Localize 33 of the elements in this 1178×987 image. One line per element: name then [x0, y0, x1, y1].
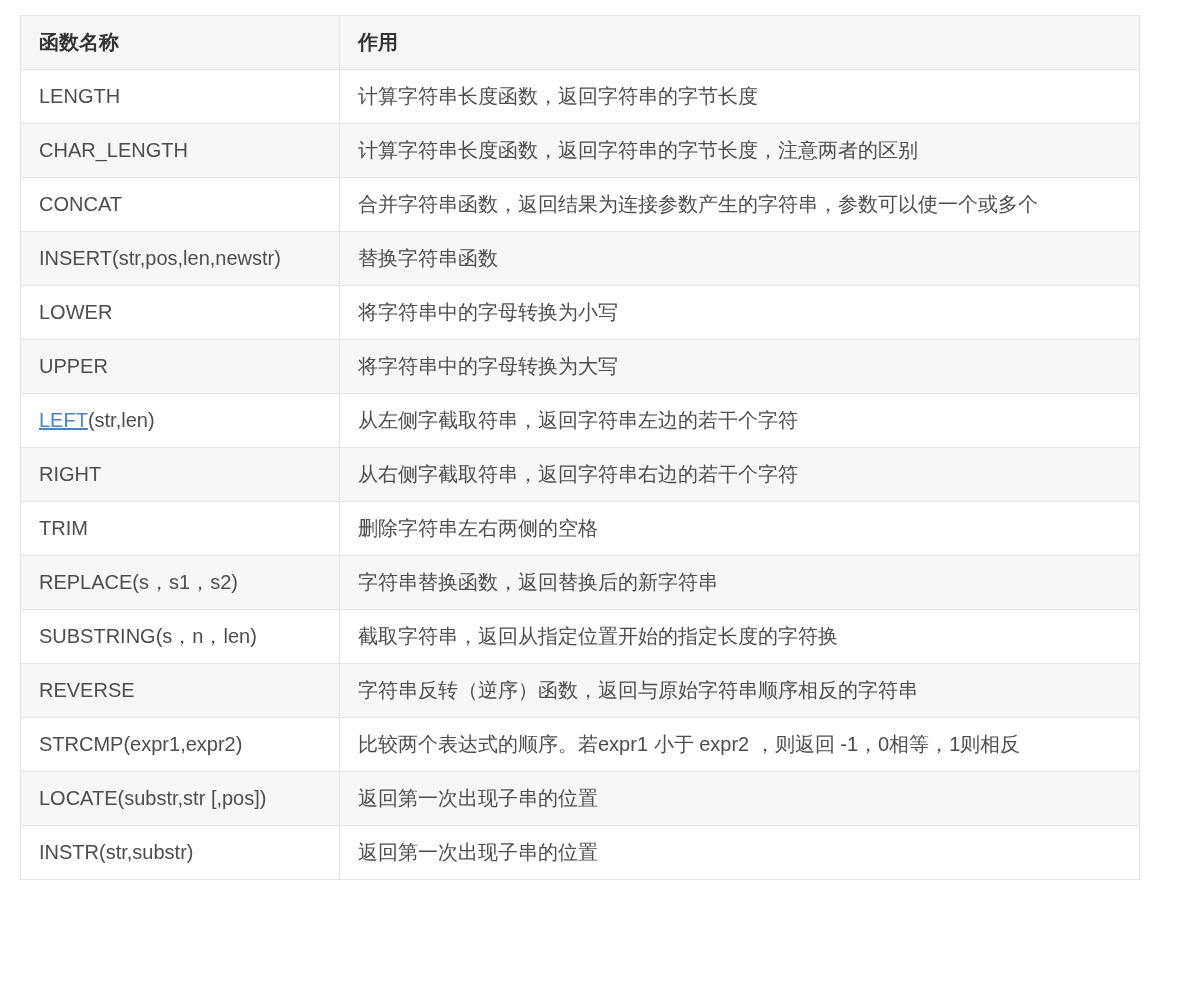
table-cell: LEFT(str,len) — [20, 393, 340, 448]
table-cell: UPPER — [20, 339, 340, 394]
table-cell: 将字符串中的字母转换为大写 — [339, 339, 1140, 394]
table-cell: LOCATE(substr,str [,pos]) — [20, 771, 340, 826]
table-cell: 截取字符串，返回从指定位置开始的指定长度的字符换 — [339, 609, 1140, 664]
column-header: 作用 — [339, 15, 1140, 70]
table-cell: SUBSTRING(s，n，len) — [20, 609, 340, 664]
table-cell: STRCMP(expr1,expr2) — [20, 717, 340, 772]
table-cell: 返回第一次出现子串的位置 — [339, 771, 1140, 826]
table-cell: INSTR(str,substr) — [20, 825, 340, 880]
function-link[interactable]: LEFT — [39, 409, 88, 431]
table-cell: 从左侧字截取符串，返回字符串左边的若干个字符 — [339, 393, 1140, 448]
table-cell: REVERSE — [20, 663, 340, 718]
table-cell: 比较两个表达式的顺序。若expr1 小于 expr2 ，则返回 -1，0相等，1则相反 — [339, 717, 1140, 772]
table-cell: TRIM — [20, 501, 340, 556]
table-cell: CHAR_LENGTH — [20, 123, 340, 178]
table-cell: 计算字符串长度函数，返回字符串的字节长度 — [339, 69, 1140, 124]
table-cell: 合并字符串函数，返回结果为连接参数产生的字符串，参数可以使一个或多个 — [339, 177, 1140, 232]
table-cell: 字符串反转（逆序）函数，返回与原始字符串顺序相反的字符串 — [339, 663, 1140, 718]
table-cell: INSERT(str,pos,len,newstr) — [20, 231, 340, 286]
table-cell: REPLACE(s，s1，s2) — [20, 555, 340, 610]
column-header: 函数名称 — [20, 15, 340, 70]
table-cell: LOWER — [20, 285, 340, 340]
table-cell: 替换字符串函数 — [339, 231, 1140, 286]
table-cell: CONCAT — [20, 177, 340, 232]
table-cell: 删除字符串左右两侧的空格 — [339, 501, 1140, 556]
table-cell: LENGTH — [20, 69, 340, 124]
table-cell: 从右侧字截取符串，返回字符串右边的若干个字符 — [339, 447, 1140, 502]
table-cell: RIGHT — [20, 447, 340, 502]
table-cell: 计算字符串长度函数，返回字符串的字节长度，注意两者的区别 — [339, 123, 1140, 178]
table-cell: 将字符串中的字母转换为小写 — [339, 285, 1140, 340]
table-cell: 字符串替换函数，返回替换后的新字符串 — [339, 555, 1140, 610]
table-cell: 返回第一次出现子串的位置 — [339, 825, 1140, 880]
